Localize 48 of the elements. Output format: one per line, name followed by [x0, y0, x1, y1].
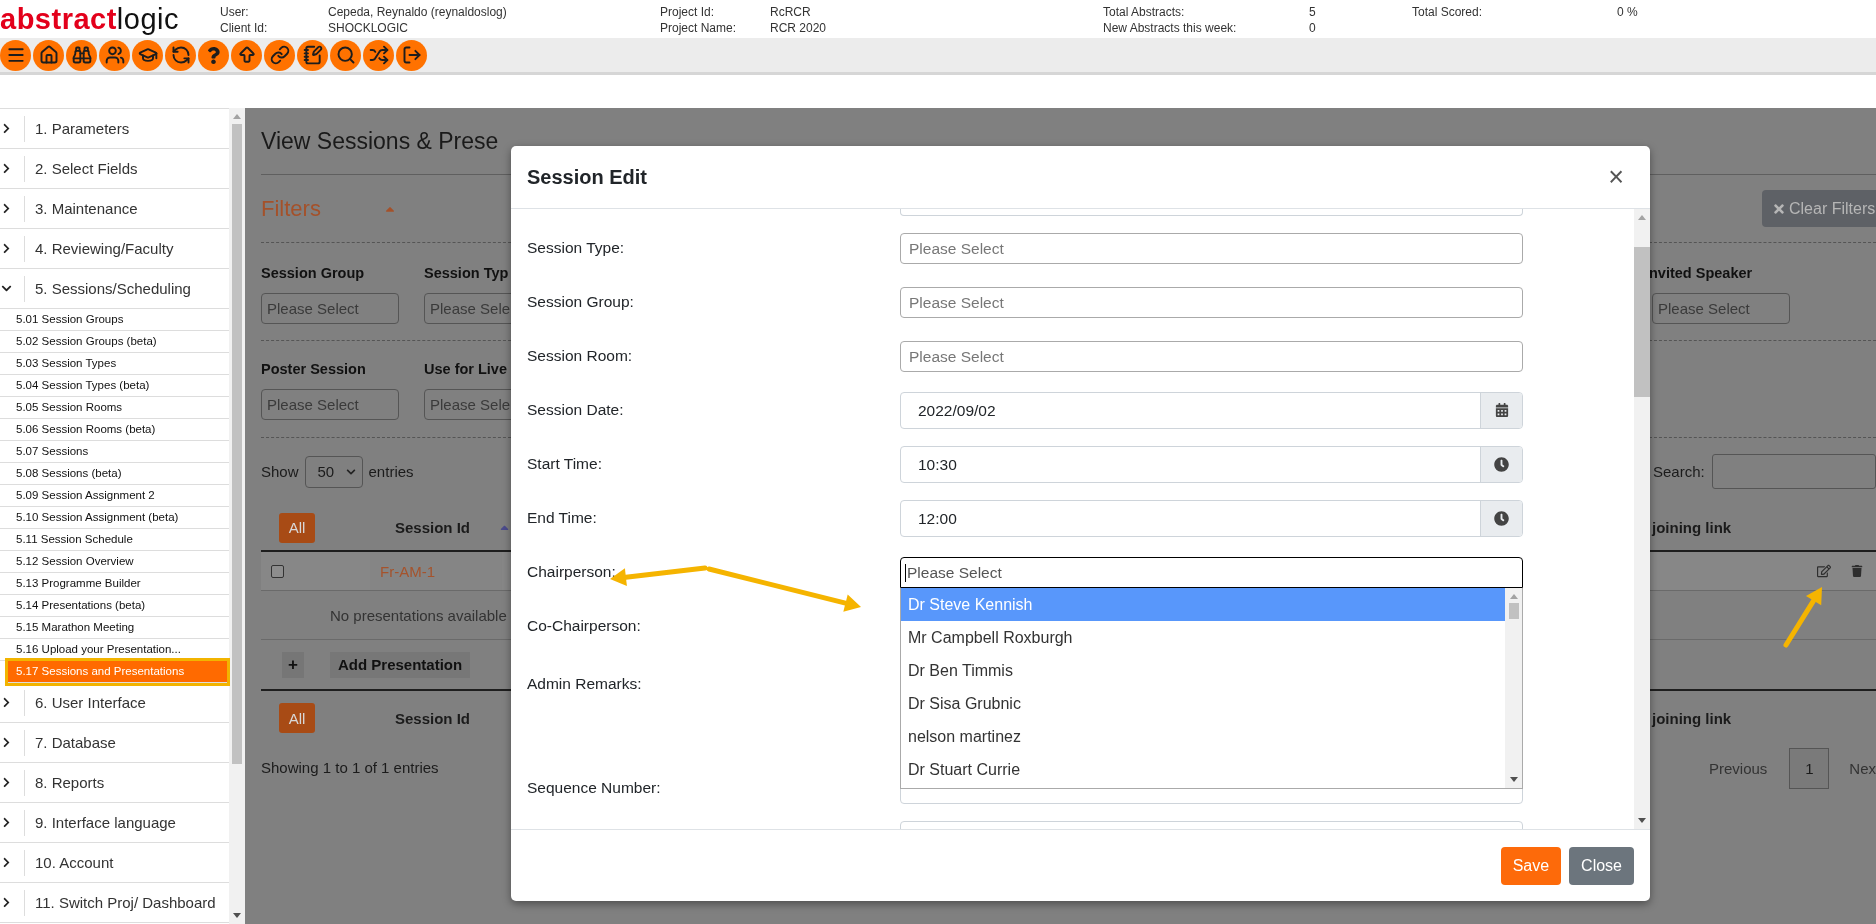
- field-label: Session Type:: [527, 239, 625, 257]
- field-label: End Time:: [527, 509, 597, 527]
- sidebar-item-label: 4. Reviewing/Faculty: [34, 240, 174, 257]
- info-label: Project Name:: [660, 20, 738, 36]
- field-label: Session Date:: [527, 401, 624, 419]
- info-value: 0: [1309, 20, 1317, 36]
- info-value: Cepeda, Reynaldo (reynaldoslog): [328, 4, 508, 20]
- info-label: Client Id:: [220, 20, 269, 36]
- search-label: Search:: [1653, 463, 1705, 480]
- field-label: Session Group:: [527, 293, 634, 311]
- field-label: Sequence Number:: [527, 779, 661, 797]
- info-value: SHOCKLOGIC: [328, 20, 409, 36]
- entries-label: entries: [368, 463, 414, 480]
- sidebar-item-label: 10. Account: [34, 854, 114, 871]
- info-value: 5: [1309, 4, 1317, 20]
- page-title: View Sessions & Prese: [261, 127, 499, 156]
- show-label: Show: [261, 463, 299, 480]
- filter-label: Session Group: [261, 264, 366, 282]
- filter-label: Use for Live: [424, 360, 508, 378]
- filter-label: nvited Speaker: [1649, 264, 1754, 282]
- info-label: Project Id:: [660, 4, 716, 20]
- sidebar-item-label: 5. Sessions/Scheduling: [34, 280, 191, 297]
- sidebar-item-label: 3. Maintenance: [34, 200, 138, 217]
- field-label: Start Time:: [527, 455, 602, 473]
- info-value: RcRCR: [770, 4, 812, 20]
- filter-label: Session Typ: [424, 264, 510, 282]
- field-label: Chairperson:: [527, 563, 616, 581]
- sidebar-item-label: 1. Parameters: [34, 120, 130, 137]
- info-label: User:: [220, 4, 250, 20]
- sidebar-item-label: 6. User Interface: [34, 694, 146, 711]
- table-info: Showing 1 to 1 of 1 entries: [261, 758, 439, 776]
- info-label: Total Abstracts:: [1103, 4, 1186, 20]
- info-value: RCR 2020: [770, 20, 828, 36]
- field-label: Admin Remarks:: [527, 675, 642, 693]
- empty-note: No presentations available: [330, 606, 507, 624]
- info-value: 0 %: [1617, 4, 1639, 20]
- info-label: New Abstracts this week:: [1103, 20, 1238, 36]
- sidebar-item-label: 2. Select Fields: [34, 160, 138, 177]
- sidebar-item-label: 7. Database: [34, 734, 116, 751]
- sidebar-item-label: 11. Switch Proj/ Dashboard: [34, 894, 216, 911]
- field-label: Session Room:: [527, 347, 633, 365]
- sidebar-item-label: 9. Interface language: [34, 814, 176, 831]
- field-label: Co-Chairperson:: [527, 617, 641, 635]
- dialog-title: Session Edit: [527, 165, 649, 189]
- sidebar-item-label: 8. Reports: [34, 774, 105, 791]
- filter-label: Poster Session: [261, 360, 367, 378]
- info-label: Total Scored:: [1412, 4, 1484, 20]
- logo: abstractlogic: [0, 2, 180, 37]
